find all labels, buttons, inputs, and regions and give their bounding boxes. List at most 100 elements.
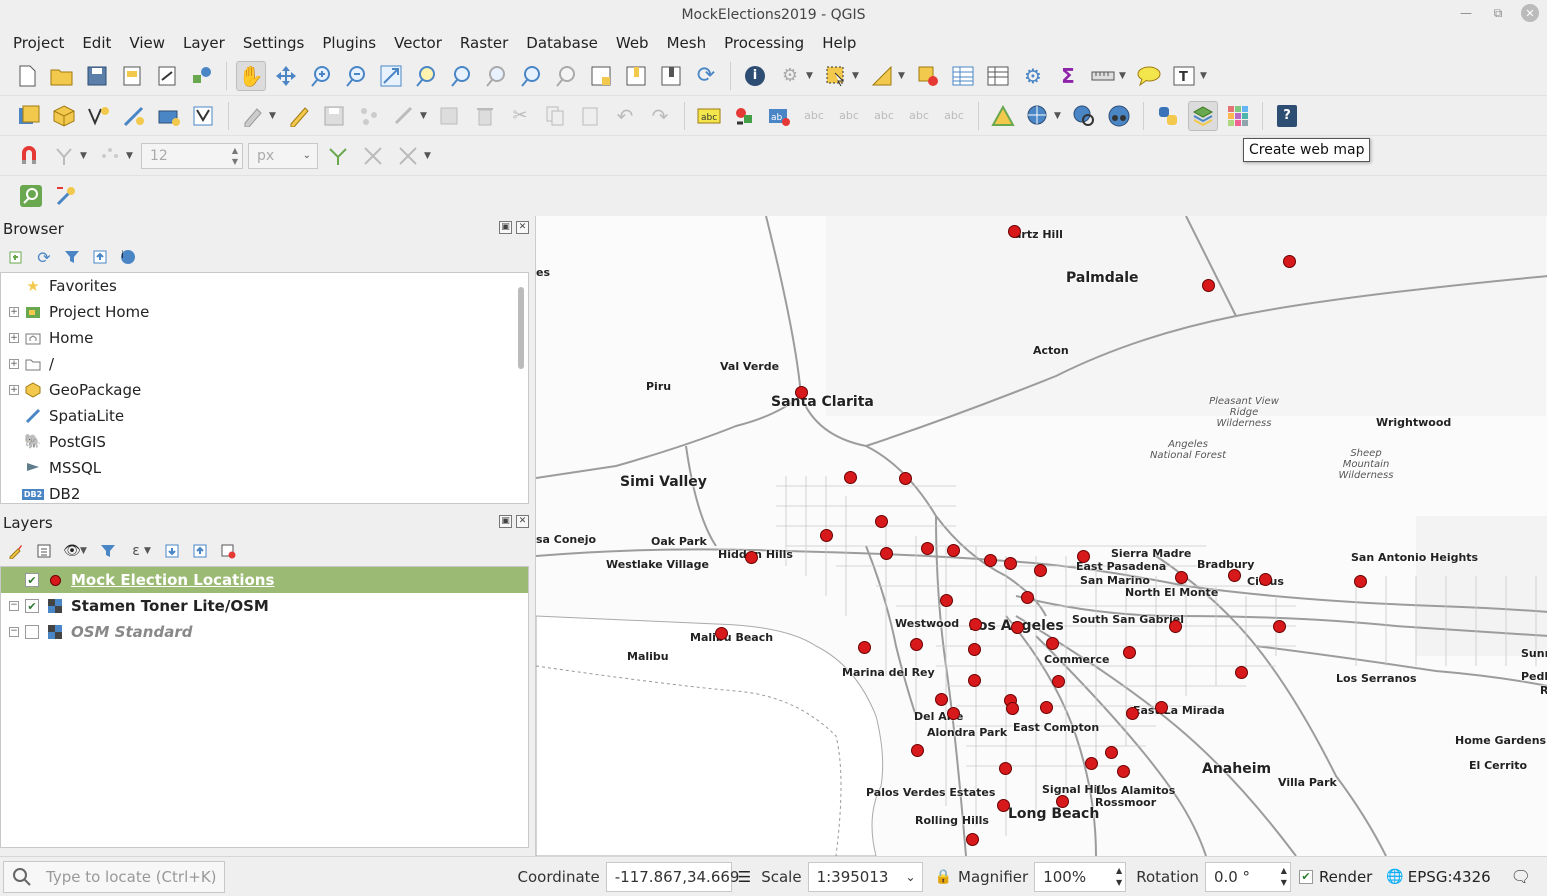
election-location-point[interactable] (910, 638, 923, 651)
election-location-point[interactable] (1077, 550, 1090, 563)
enable-tracing-icon[interactable] (393, 141, 423, 171)
menu-settings[interactable]: Settings (234, 30, 314, 56)
deselect-all-icon[interactable] (913, 61, 943, 91)
processing-toolbox-icon[interactable]: ⚙ (1018, 61, 1048, 91)
election-location-point[interactable] (1354, 575, 1367, 588)
election-location-point[interactable] (984, 554, 997, 567)
browser-item-root[interactable]: + / (1, 351, 528, 377)
snapping-type-icon[interactable] (49, 141, 79, 171)
data-source-manager-icon[interactable] (14, 101, 44, 131)
dropdown-arrow-icon[interactable]: ▼ (420, 111, 430, 121)
election-location-point[interactable] (1040, 701, 1053, 714)
open-layer-styling-icon[interactable] (6, 541, 26, 561)
election-location-point[interactable] (1046, 637, 1059, 650)
spin-arrows-icon[interactable]: ▲ ▼ (1281, 865, 1287, 889)
rotation-input[interactable]: 0.0 ° ▲ ▼ (1204, 861, 1291, 892)
cut-features-icon[interactable]: ✂ (505, 101, 535, 131)
snapping-layers-icon[interactable] (95, 141, 125, 171)
new-map-view-icon[interactable] (586, 61, 616, 91)
election-location-point[interactable] (1283, 255, 1296, 268)
collapse-all-icon[interactable] (190, 541, 210, 561)
remove-layer-icon[interactable] (218, 541, 238, 561)
layer-visibility-checkbox[interactable]: ✔ (25, 599, 39, 613)
spin-arrows-icon[interactable]: ▲ ▼ (1116, 865, 1122, 889)
menu-project[interactable]: Project (4, 30, 73, 56)
election-location-point[interactable] (1021, 591, 1034, 604)
move-label-icon[interactable]: abc (869, 101, 899, 131)
election-location-point[interactable] (1273, 620, 1286, 633)
menu-layer[interactable]: Layer (174, 30, 234, 56)
render-checkbox[interactable]: ✔ (1298, 869, 1313, 884)
identify-features-icon[interactable]: i (740, 61, 770, 91)
election-location-point[interactable] (844, 471, 857, 484)
attribute-table-icon[interactable] (948, 61, 978, 91)
menu-processing[interactable]: Processing (715, 30, 813, 56)
election-location-point[interactable] (858, 641, 871, 654)
close-icon[interactable]: ✕ (1521, 4, 1539, 22)
filter-icon[interactable] (62, 247, 82, 267)
expand-icon[interactable]: + (9, 359, 19, 369)
filter-legend-icon[interactable] (98, 541, 118, 561)
menu-database[interactable]: Database (517, 30, 607, 56)
run-feature-action-icon[interactable]: ⚙ (775, 61, 805, 91)
refresh-icon[interactable]: ⟳ (34, 247, 54, 267)
new-geopackage-layer-icon[interactable] (49, 101, 79, 131)
copy-features-icon[interactable] (540, 101, 570, 131)
spin-arrows-icon[interactable]: ▲ ▼ (232, 145, 238, 167)
add-point-feature-icon[interactable] (354, 101, 384, 131)
layers-tree[interactable]: ✔ Mock Election Locations − ✔ Stamen Toner L… (0, 566, 529, 848)
dropdown-arrow-icon[interactable]: ▼ (269, 111, 279, 121)
refresh-icon[interactable]: ⟳ (691, 61, 721, 91)
menu-vector[interactable]: Vector (385, 30, 451, 56)
election-location-point[interactable] (1034, 564, 1047, 577)
dropdown-arrow-icon[interactable]: ▼ (1119, 71, 1129, 81)
election-location-point[interactable] (1117, 765, 1130, 778)
election-location-point[interactable] (947, 707, 960, 720)
magnifier-input[interactable]: 100% ▲ ▼ (1034, 861, 1127, 892)
expand-icon[interactable]: + (9, 385, 19, 395)
election-location-point[interactable] (1155, 701, 1168, 714)
collapse-icon[interactable]: − (9, 601, 19, 611)
menu-mesh[interactable]: Mesh (658, 30, 716, 56)
open-project-icon[interactable] (47, 61, 77, 91)
browser-item-mssql[interactable]: MSSQL (1, 455, 528, 481)
election-location-point[interactable] (820, 529, 833, 542)
map-tips-icon[interactable] (1134, 61, 1164, 91)
statistical-summary-icon[interactable]: Σ (1053, 61, 1083, 91)
delete-selected-icon[interactable] (470, 101, 500, 131)
snapping-magnet-icon[interactable] (14, 141, 44, 171)
layer-labeling-options-icon[interactable]: abc (694, 101, 724, 131)
menu-help[interactable]: Help (813, 30, 865, 56)
change-label-icon[interactable]: abc (939, 101, 969, 131)
election-location-point[interactable] (880, 547, 893, 560)
election-location-point[interactable] (1011, 621, 1024, 634)
zoom-full-icon[interactable] (376, 61, 406, 91)
election-location-point[interactable] (1105, 746, 1118, 759)
save-project-icon[interactable] (82, 61, 112, 91)
election-location-point[interactable] (1052, 675, 1065, 688)
election-location-point[interactable] (999, 762, 1012, 775)
election-location-point[interactable] (940, 594, 953, 607)
layer-row[interactable]: ✔ Mock Election Locations (1, 567, 528, 593)
dropdown-arrow-icon[interactable]: ▼ (80, 546, 90, 556)
zoom-in-icon[interactable] (306, 61, 336, 91)
snapping-unit-select[interactable]: px ⌄ (248, 142, 318, 169)
election-location-point[interactable] (966, 833, 979, 846)
info-icon[interactable]: i (118, 247, 138, 267)
layout-manager-icon[interactable] (152, 61, 182, 91)
new-shapefile-layer-icon[interactable] (84, 101, 114, 131)
election-location-point[interactable] (1008, 225, 1021, 238)
layer-row[interactable]: − ✔ Stamen Toner Lite/OSM (1, 593, 528, 619)
restore-icon[interactable]: ⧉ (1489, 4, 1507, 22)
float-panel-icon[interactable]: ▣ (499, 221, 512, 234)
election-location-point[interactable] (1228, 569, 1241, 582)
python-console-icon[interactable] (1153, 101, 1183, 131)
browser-item-postgis[interactable]: 🐘 PostGIS (1, 429, 528, 455)
help-icon[interactable]: ? (1272, 101, 1302, 131)
dropdown-arrow-icon[interactable]: ▼ (898, 71, 908, 81)
scale-select[interactable]: 1:395013 ⌄ (807, 861, 923, 892)
vertex-tool-icon[interactable] (389, 101, 419, 131)
current-edits-icon[interactable] (238, 101, 268, 131)
browser-item-favorites[interactable]: ★ Favorites (1, 273, 528, 299)
map-canvas[interactable]: Palmdale Santa Clarita Simi Valley Los Ange… (535, 216, 1547, 856)
